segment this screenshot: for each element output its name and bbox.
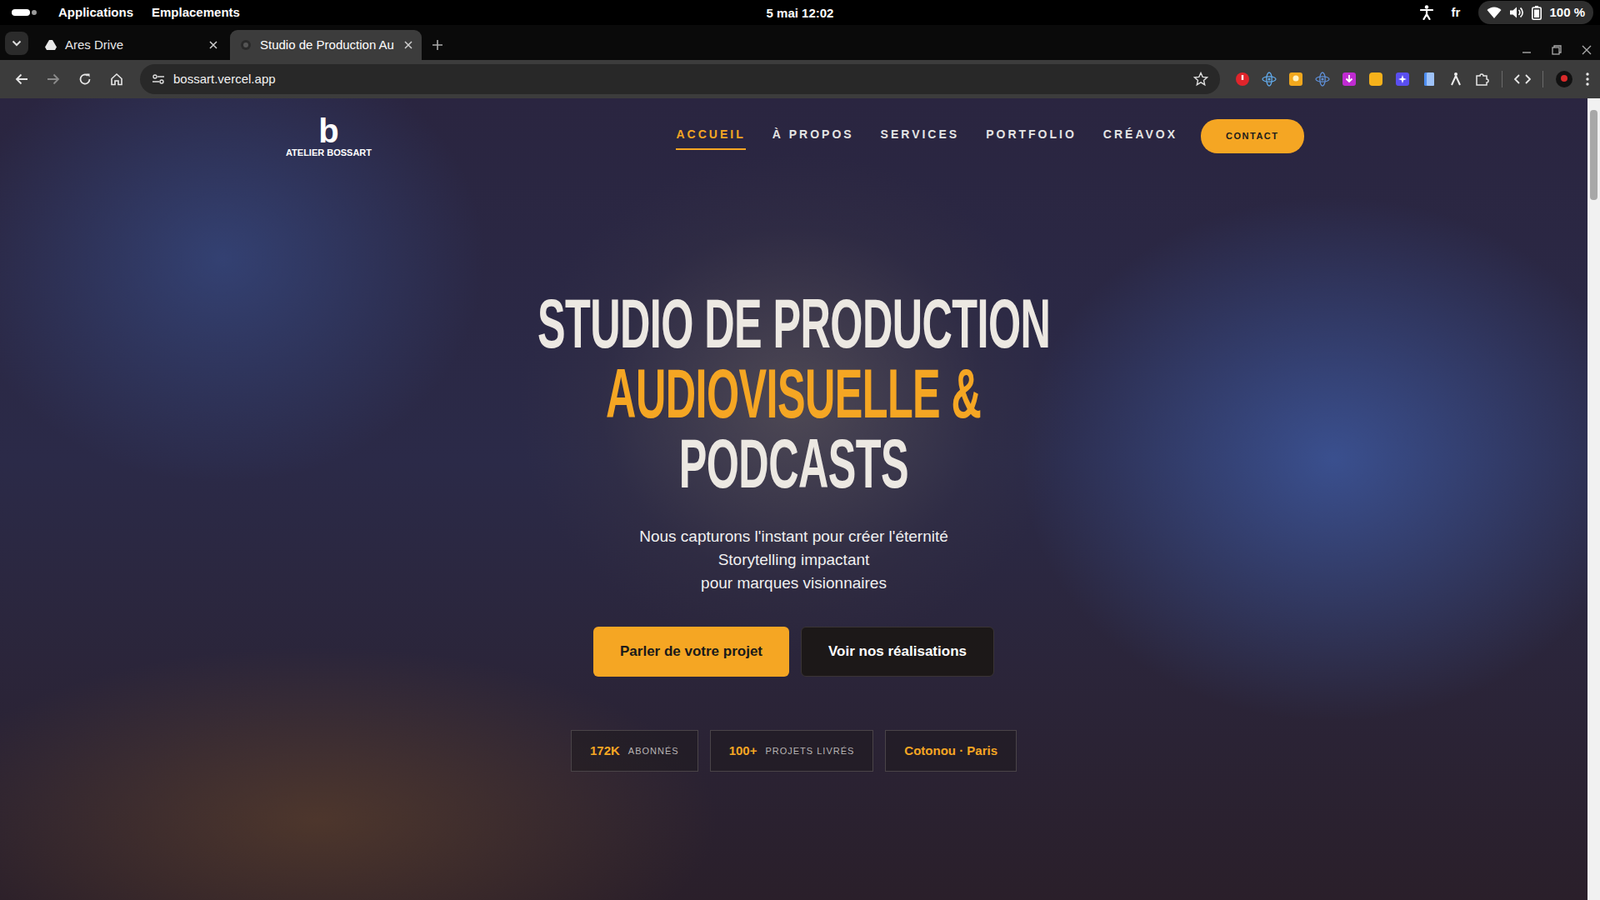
menu-dots-icon[interactable] xyxy=(1585,71,1590,87)
reload-button[interactable] xyxy=(73,67,97,91)
stat-value: 100+ xyxy=(729,741,758,761)
extension-sparkle-icon[interactable] xyxy=(1395,71,1410,87)
tagline-line: pour marques visionnaires xyxy=(284,571,1305,595)
back-button[interactable] xyxy=(10,67,34,91)
address-bar[interactable]: bossart.vercel.app xyxy=(140,64,1220,95)
nav-link[interactable]: ACCUEIL xyxy=(675,122,745,150)
workspaces-icon[interactable] xyxy=(11,8,37,17)
tab-list: Ares Drive Studio de Production Au xyxy=(35,30,425,60)
nav-link[interactable]: PORTFOLIO xyxy=(985,122,1077,150)
site-logo[interactable]: b ATELIER BOSSART xyxy=(284,115,375,158)
new-tab-button[interactable] xyxy=(425,30,450,60)
browser-tab[interactable]: Ares Drive xyxy=(35,30,227,60)
web-page: b ATELIER BOSSART ACCUEIL À PROPOS SERVICE… xyxy=(0,98,1600,900)
close-tab-icon[interactable] xyxy=(403,40,414,50)
bookmark-star-icon[interactable] xyxy=(1193,71,1209,87)
extensions-puzzle-icon[interactable] xyxy=(1475,71,1490,87)
logo-name: ATELIER BOSSART xyxy=(285,148,372,158)
browser-toolbar: bossart.vercel.app xyxy=(0,60,1600,99)
hero-section: b ATELIER BOSSART ACCUEIL À PROPOS SERVICE… xyxy=(0,98,1588,900)
site-header: b ATELIER BOSSART ACCUEIL À PROPOS SERVICE… xyxy=(284,115,1305,158)
hero: STUDIO DE PRODUCTIONAUDIOVISUELLE &PODCA… xyxy=(284,288,1305,772)
nav-link[interactable]: CRÉAVOX xyxy=(1103,122,1178,150)
devtools-code-icon[interactable] xyxy=(1514,72,1531,86)
stat-box: 172K ABONNÉS xyxy=(570,730,699,772)
hero-button[interactable]: Voir nos réalisations xyxy=(800,626,995,677)
forward-button[interactable] xyxy=(41,67,65,91)
tagline-line: Storytelling impactant xyxy=(284,548,1305,572)
title-line: AUDIOVISUELLE & xyxy=(284,358,1305,429)
minimize-icon[interactable] xyxy=(1521,45,1532,55)
extension-red-icon[interactable] xyxy=(1235,71,1250,87)
title-line: PODCASTS xyxy=(284,428,1305,499)
arrow-left-icon xyxy=(15,72,29,86)
extension-react-icon[interactable] xyxy=(1261,71,1277,87)
stat-value: Cotonou · Paris xyxy=(904,741,998,761)
hero-title: STUDIO DE PRODUCTIONAUDIOVISUELLE &PODCA… xyxy=(284,288,1305,499)
url-text[interactable]: bossart.vercel.app xyxy=(173,70,1185,90)
status-menu[interactable]: 100 % xyxy=(1478,0,1594,25)
tab-search-button[interactable] xyxy=(5,31,29,55)
extension-download-icon[interactable] xyxy=(1341,71,1357,87)
restore-icon[interactable] xyxy=(1551,45,1562,55)
keyboard-language[interactable]: fr xyxy=(1451,3,1461,23)
nav-link[interactable]: À PROPOS xyxy=(772,122,855,150)
title-text: AUDIOVISUELLE & xyxy=(605,358,981,429)
system-menu[interactable]: Applications xyxy=(58,3,134,23)
wifi-icon xyxy=(1486,5,1502,20)
hero-tagline: Nous capturons l'instant pour créer l'ét… xyxy=(284,525,1305,595)
tagline-line: Nous capturons l'instant pour créer l'ét… xyxy=(284,525,1305,549)
home-icon xyxy=(110,72,124,86)
logo-letter: b xyxy=(318,115,339,147)
tab-title[interactable]: Ares Drive xyxy=(65,35,200,55)
scrollbar-thumb[interactable] xyxy=(1590,110,1598,200)
reload-icon xyxy=(78,72,92,86)
plus-icon xyxy=(431,39,444,51)
title-line: STUDIO DE PRODUCTION xyxy=(284,288,1305,359)
arrow-right-icon xyxy=(46,72,60,86)
tab-title[interactable]: Studio de Production Au xyxy=(260,35,395,55)
clock[interactable]: 5 mai 12:02 xyxy=(766,4,835,24)
site-info-icon[interactable] xyxy=(151,72,165,86)
close-tab-icon[interactable] xyxy=(208,40,219,50)
stat-label: ABONNÉS xyxy=(628,744,680,759)
site-nav: ACCUEIL À PROPOS SERVICES PORTFOLIO CRÉAVOX xyxy=(675,122,1178,150)
volume-icon xyxy=(1509,5,1525,20)
hero-buttons: Parler de votre projetVoir nos réalisati… xyxy=(284,626,1305,677)
hero-stats: 172K ABONNÉS 100+ PROJETS LIVRÉS Cotonou · P… xyxy=(284,730,1305,772)
hero-button[interactable]: Parler de votre projet xyxy=(593,626,790,677)
battery-level: 100 % xyxy=(1549,3,1585,23)
system-menus: Applications Emplacements xyxy=(58,3,240,23)
contact-button[interactable]: CONTACT xyxy=(1200,119,1304,154)
extension-yellow-icon[interactable] xyxy=(1368,71,1384,87)
tab-strip: Ares Drive Studio de Production Au xyxy=(0,25,1600,60)
extension-document-icon[interactable] xyxy=(1421,71,1437,87)
extensions xyxy=(1235,70,1590,89)
stat-box: 100+ PROJETS LIVRÉS xyxy=(710,730,875,772)
stat-label: PROJETS LIVRÉS xyxy=(765,744,855,759)
browser-tab[interactable]: Studio de Production Au xyxy=(230,30,422,60)
scrollbar[interactable] xyxy=(1587,98,1600,900)
system-menu[interactable]: Emplacements xyxy=(151,3,240,23)
extension-react-icon[interactable] xyxy=(1315,71,1330,87)
stat-box: Cotonou · Paris xyxy=(885,730,1017,772)
extension-orange-icon[interactable] xyxy=(1288,71,1304,87)
chevron-down-icon xyxy=(11,40,22,47)
accessibility-icon[interactable] xyxy=(1420,5,1434,20)
title-text: STUDIO DE PRODUCTION xyxy=(537,288,1050,359)
system-bar: ApplicationsEmplacements 5 mai 12:02 fr … xyxy=(0,0,1600,25)
site-favicon-icon xyxy=(240,39,252,51)
title-text: PODCASTS xyxy=(679,428,909,499)
nav-link[interactable]: SERVICES xyxy=(880,122,960,150)
drive-favicon-icon xyxy=(45,40,57,50)
close-window-icon[interactable] xyxy=(1581,45,1592,55)
home-button[interactable] xyxy=(105,67,129,91)
stat-value: 172K xyxy=(590,741,620,761)
extension-figure-icon[interactable] xyxy=(1448,71,1464,87)
battery-icon xyxy=(1531,5,1542,20)
profile-avatar-icon[interactable] xyxy=(1555,70,1574,89)
